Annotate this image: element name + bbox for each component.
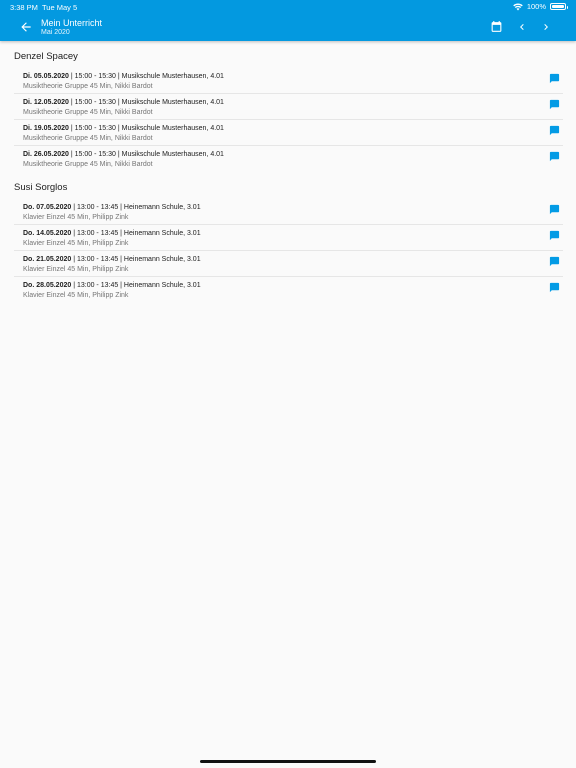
section-title: Susi Sorglos bbox=[14, 182, 68, 193]
lesson-detail: Musiktheorie Gruppe 45 Min, Nikki Bardot bbox=[23, 161, 153, 168]
battery-percent: 100% bbox=[526, 2, 546, 11]
wifi-icon bbox=[513, 3, 523, 10]
lesson-date: Di. 05.05.2020 bbox=[23, 73, 69, 80]
chat-bubble-icon[interactable] bbox=[549, 73, 560, 84]
lesson-info: | 15:00 - 15:30 | Musikschule Musterhaus… bbox=[68, 73, 224, 80]
calendar-icon[interactable] bbox=[490, 20, 503, 34]
lesson-row[interactable]: Do. 14.05.2020 | 13:00 - 13:45 | Heinema… bbox=[14, 225, 563, 251]
lesson-date: Di. 26.05.2020 bbox=[23, 151, 69, 158]
lesson-date: Di. 12.05.2020 bbox=[23, 99, 69, 106]
lesson-detail: Musiktheorie Gruppe 45 Min, Nikki Bardot bbox=[23, 83, 153, 90]
lesson-date: Do. 21.05.2020 bbox=[23, 256, 72, 263]
lesson-row[interactable]: Do. 07.05.2020 | 13:00 - 13:45 | Heinema… bbox=[14, 199, 563, 225]
app-bar: 3:38 PM Tue May 5 100% Mein Unterricht M… bbox=[0, 0, 576, 41]
chat-bubble-icon[interactable] bbox=[549, 256, 560, 267]
lesson-date: Do. 14.05.2020 bbox=[23, 230, 72, 237]
status-time: 3:38 PM bbox=[10, 3, 38, 12]
lesson-info: | 13:00 - 13:45 | Heinemann Schule, 3.01 bbox=[71, 256, 201, 263]
chat-bubble-icon[interactable] bbox=[549, 151, 560, 162]
chat-bubble-icon[interactable] bbox=[549, 125, 560, 136]
chat-bubble-icon[interactable] bbox=[549, 99, 560, 110]
lesson-row[interactable]: Di. 26.05.2020 | 15:00 - 15:30 | Musiksc… bbox=[14, 146, 563, 172]
lesson-info: | 13:00 - 13:45 | Heinemann Schule, 3.01 bbox=[71, 282, 201, 289]
chevron-right-icon[interactable] bbox=[540, 21, 552, 33]
lesson-row[interactable]: Di. 19.05.2020 | 15:00 - 15:30 | Musiksc… bbox=[14, 120, 563, 146]
lesson-row[interactable]: Do. 28.05.2020 | 13:00 - 13:45 | Heinema… bbox=[14, 277, 563, 303]
lesson-row[interactable]: Di. 05.05.2020 | 15:00 - 15:30 | Musiksc… bbox=[14, 68, 563, 94]
lesson-info: | 15:00 - 15:30 | Musikschule Musterhaus… bbox=[68, 125, 224, 132]
arrow-back-icon[interactable] bbox=[19, 20, 33, 34]
section-title: Denzel Spacey bbox=[14, 51, 78, 62]
lesson-detail: Klavier Einzel 45 Min, Philipp Zink bbox=[23, 214, 129, 221]
home-indicator[interactable] bbox=[200, 760, 376, 763]
lesson-detail: Klavier Einzel 45 Min, Philipp Zink bbox=[23, 292, 129, 299]
lesson-info: | 13:00 - 13:45 | Heinemann Schule, 3.01 bbox=[71, 204, 201, 211]
status-right: 100% bbox=[513, 2, 568, 11]
lesson-date: Do. 07.05.2020 bbox=[23, 204, 72, 211]
lesson-detail: Klavier Einzel 45 Min, Philipp Zink bbox=[23, 266, 129, 273]
lesson-row[interactable]: Do. 21.05.2020 | 13:00 - 13:45 | Heinema… bbox=[14, 251, 563, 277]
lesson-date: Do. 28.05.2020 bbox=[23, 282, 72, 289]
lesson-info: | 15:00 - 15:30 | Musikschule Musterhaus… bbox=[68, 151, 224, 158]
battery-icon bbox=[550, 3, 568, 10]
chat-bubble-icon[interactable] bbox=[549, 204, 560, 215]
chat-bubble-icon[interactable] bbox=[549, 230, 560, 241]
page-title: Mein Unterricht bbox=[41, 18, 103, 28]
chat-bubble-icon[interactable] bbox=[549, 282, 560, 293]
lesson-detail: Musiktheorie Gruppe 45 Min, Nikki Bardot bbox=[23, 135, 153, 142]
chevron-left-icon[interactable] bbox=[516, 21, 528, 33]
status-date: Tue May 5 bbox=[42, 3, 78, 12]
lesson-detail: Klavier Einzel 45 Min, Philipp Zink bbox=[23, 240, 129, 247]
lesson-detail: Musiktheorie Gruppe 45 Min, Nikki Bardot bbox=[23, 109, 153, 116]
lesson-info: | 15:00 - 15:30 | Musikschule Musterhaus… bbox=[68, 99, 224, 106]
lesson-info: | 13:00 - 13:45 | Heinemann Schule, 3.01 bbox=[71, 230, 201, 237]
lesson-row[interactable]: Di. 12.05.2020 | 15:00 - 15:30 | Musiksc… bbox=[14, 94, 563, 120]
status-bar: 3:38 PM Tue May 5 100% bbox=[0, 0, 576, 15]
page-subtitle: Mai 2020 bbox=[41, 29, 70, 36]
lesson-date: Di. 19.05.2020 bbox=[23, 125, 69, 132]
